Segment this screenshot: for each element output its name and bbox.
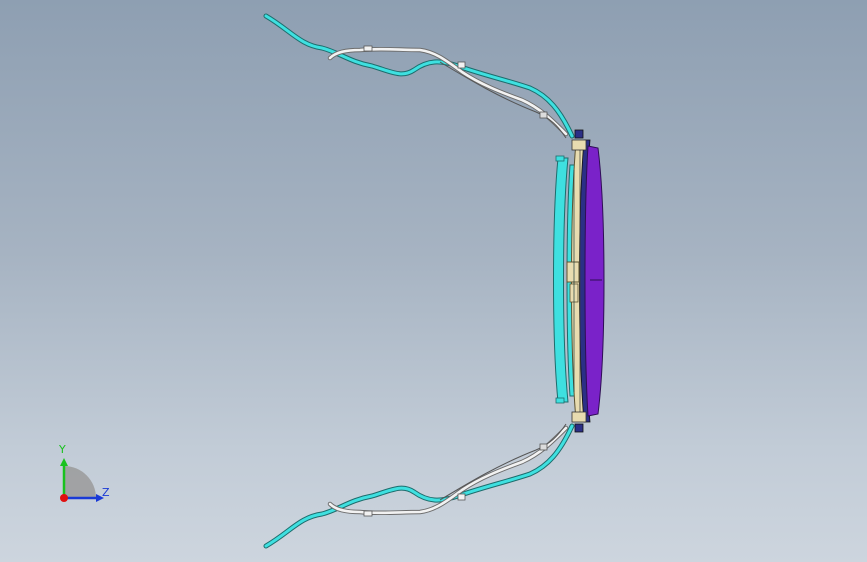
- triad-quarter-disc: [64, 466, 96, 498]
- lower-harness[interactable]: [263, 423, 584, 549]
- bottom-bracket: [571, 411, 587, 423]
- upper-clip-3: [539, 111, 548, 119]
- lower-clip-1: [363, 510, 373, 517]
- panel-assembly[interactable]: [553, 139, 605, 423]
- x-axis-dot: [60, 494, 68, 502]
- z-axis-label: Z: [102, 486, 110, 499]
- y-axis-label: Y: [59, 443, 66, 456]
- lower-clip-2: [457, 493, 466, 501]
- lower-clip-4: [574, 423, 584, 433]
- lower-cyan-cable-outline: [263, 423, 575, 549]
- lower-clip-3: [539, 443, 548, 451]
- cyan-inner-strip: [553, 157, 569, 403]
- lower-white-cable: [328, 426, 568, 515]
- coordinate-triad[interactable]: [40, 438, 120, 518]
- upper-clip-1: [363, 45, 373, 52]
- cyan-cap-bottom: [555, 397, 565, 404]
- graphics-viewport[interactable]: Y Z: [0, 0, 867, 562]
- upper-clip-2: [457, 61, 466, 69]
- lower-cyan-cable: [264, 424, 574, 548]
- purple-panel: [584, 145, 605, 417]
- upper-harness[interactable]: [263, 13, 584, 139]
- upper-cyan-cable: [264, 14, 574, 138]
- upper-cyan-cable-outline: [263, 13, 575, 139]
- center-connector: [566, 261, 580, 283]
- cyan-cap-top: [555, 155, 565, 162]
- model-view[interactable]: [0, 0, 867, 562]
- upper-clip-4: [574, 129, 584, 139]
- upper-white-cable: [328, 47, 568, 136]
- top-bracket: [571, 139, 587, 151]
- y-axis-arrowhead: [60, 458, 68, 466]
